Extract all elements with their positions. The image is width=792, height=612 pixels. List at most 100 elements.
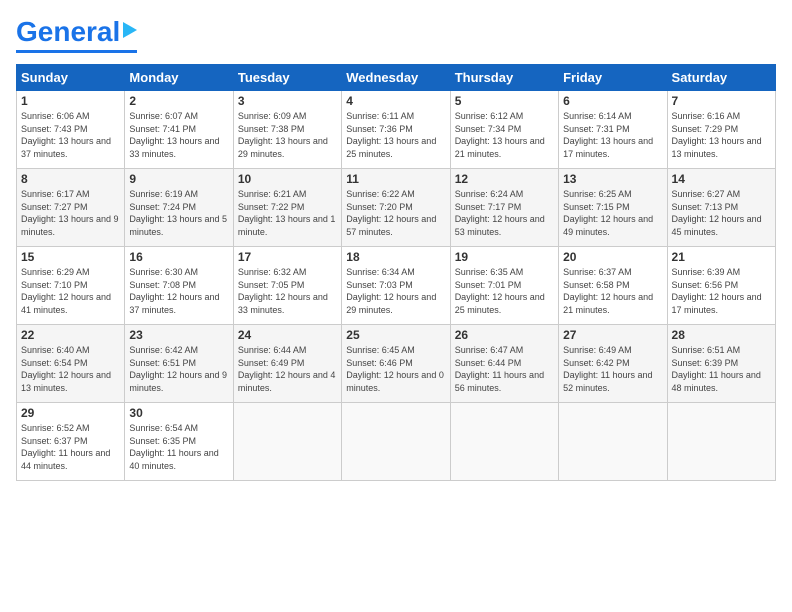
calendar-cell	[450, 403, 558, 481]
cell-details: Sunrise: 6:24 AMSunset: 7:17 PMDaylight:…	[455, 188, 554, 238]
cell-details: Sunrise: 6:34 AMSunset: 7:03 PMDaylight:…	[346, 266, 445, 316]
calendar-cell: 6 Sunrise: 6:14 AMSunset: 7:31 PMDaylight…	[559, 91, 667, 169]
day-number: 2	[129, 94, 228, 108]
calendar-cell: 27Sunrise: 6:49 AMSunset: 6:42 PMDayligh…	[559, 325, 667, 403]
cell-details: Sunrise: 6:09 AMSunset: 7:38 PMDaylight:…	[238, 110, 337, 160]
logo-line: General	[16, 16, 137, 48]
calendar-cell: 2 Sunrise: 6:07 AMSunset: 7:41 PMDaylight…	[125, 91, 233, 169]
calendar-cell: 8 Sunrise: 6:17 AMSunset: 7:27 PMDaylight…	[17, 169, 125, 247]
cell-details: Sunrise: 6:45 AMSunset: 6:46 PMDaylight:…	[346, 344, 445, 394]
calendar-week-row: 22Sunrise: 6:40 AMSunset: 6:54 PMDayligh…	[17, 325, 776, 403]
cell-details: Sunrise: 6:40 AMSunset: 6:54 PMDaylight:…	[21, 344, 120, 394]
cell-details: Sunrise: 6:22 AMSunset: 7:20 PMDaylight:…	[346, 188, 445, 238]
day-number: 14	[672, 172, 771, 186]
day-number: 5	[455, 94, 554, 108]
day-number: 29	[21, 406, 120, 420]
calendar-cell: 14 Sunrise: 6:27 AMSunset: 7:13 PMDayligh…	[667, 169, 775, 247]
calendar-cell: 4Sunrise: 6:11 AMSunset: 7:36 PMDaylight…	[342, 91, 450, 169]
calendar-cell	[233, 403, 341, 481]
calendar-week-row: 8 Sunrise: 6:17 AMSunset: 7:27 PMDaylight…	[17, 169, 776, 247]
calendar-cell: 26 Sunrise: 6:47 AMSunset: 6:44 PMDayligh…	[450, 325, 558, 403]
day-number: 17	[238, 250, 337, 264]
day-number: 15	[21, 250, 120, 264]
day-number: 18	[346, 250, 445, 264]
logo-divider	[16, 50, 137, 53]
cell-details: Sunrise: 6:17 AMSunset: 7:27 PMDaylight:…	[21, 188, 120, 238]
calendar-cell: 18 Sunrise: 6:34 AMSunset: 7:03 PMDayligh…	[342, 247, 450, 325]
day-number: 26	[455, 328, 554, 342]
calendar-cell: 30 Sunrise: 6:54 AMSunset: 6:35 PMDayligh…	[125, 403, 233, 481]
calendar-cell: 29 Sunrise: 6:52 AMSunset: 6:37 PMDayligh…	[17, 403, 125, 481]
calendar-week-row: 15 Sunrise: 6:29 AMSunset: 7:10 PMDayligh…	[17, 247, 776, 325]
logo-general: General	[16, 16, 120, 47]
day-number: 1	[21, 94, 120, 108]
header-monday: Monday	[125, 65, 233, 91]
logo: General	[16, 16, 137, 54]
header-tuesday: Tuesday	[233, 65, 341, 91]
calendar-cell	[667, 403, 775, 481]
calendar-cell	[342, 403, 450, 481]
calendar-cell: 3Sunrise: 6:09 AMSunset: 7:38 PMDaylight…	[233, 91, 341, 169]
calendar-cell: 23Sunrise: 6:42 AMSunset: 6:51 PMDayligh…	[125, 325, 233, 403]
cell-details: Sunrise: 6:49 AMSunset: 6:42 PMDaylight:…	[563, 344, 662, 394]
day-number: 8	[21, 172, 120, 186]
calendar-cell: 1 Sunrise: 6:06 AMSunset: 7:43 PMDaylight…	[17, 91, 125, 169]
cell-details: Sunrise: 6:16 AMSunset: 7:29 PMDaylight:…	[672, 110, 771, 160]
calendar-cell: 16Sunrise: 6:30 AMSunset: 7:08 PMDayligh…	[125, 247, 233, 325]
logo-arrow-icon	[123, 22, 137, 38]
calendar-week-row: 1 Sunrise: 6:06 AMSunset: 7:43 PMDaylight…	[17, 91, 776, 169]
cell-details: Sunrise: 6:37 AMSunset: 6:58 PMDaylight:…	[563, 266, 662, 316]
day-number: 25	[346, 328, 445, 342]
header-sunday: Sunday	[17, 65, 125, 91]
day-number: 24	[238, 328, 337, 342]
calendar-cell: 17 Sunrise: 6:32 AMSunset: 7:05 PMDayligh…	[233, 247, 341, 325]
calendar-cell: 15 Sunrise: 6:29 AMSunset: 7:10 PMDayligh…	[17, 247, 125, 325]
calendar-cell: 24 Sunrise: 6:44 AMSunset: 6:49 PMDayligh…	[233, 325, 341, 403]
day-number: 21	[672, 250, 771, 264]
cell-details: Sunrise: 6:44 AMSunset: 6:49 PMDaylight:…	[238, 344, 337, 394]
calendar-cell: 22Sunrise: 6:40 AMSunset: 6:54 PMDayligh…	[17, 325, 125, 403]
calendar-cell: 25 Sunrise: 6:45 AMSunset: 6:46 PMDayligh…	[342, 325, 450, 403]
header-thursday: Thursday	[450, 65, 558, 91]
calendar-cell	[559, 403, 667, 481]
cell-details: Sunrise: 6:06 AMSunset: 7:43 PMDaylight:…	[21, 110, 120, 160]
calendar-week-row: 29 Sunrise: 6:52 AMSunset: 6:37 PMDayligh…	[17, 403, 776, 481]
day-number: 30	[129, 406, 228, 420]
cell-details: Sunrise: 6:19 AMSunset: 7:24 PMDaylight:…	[129, 188, 228, 238]
day-number: 11	[346, 172, 445, 186]
calendar-cell: 28 Sunrise: 6:51 AMSunset: 6:39 PMDayligh…	[667, 325, 775, 403]
header-wednesday: Wednesday	[342, 65, 450, 91]
cell-details: Sunrise: 6:35 AMSunset: 7:01 PMDaylight:…	[455, 266, 554, 316]
cell-details: Sunrise: 6:51 AMSunset: 6:39 PMDaylight:…	[672, 344, 771, 394]
day-number: 6	[563, 94, 662, 108]
cell-details: Sunrise: 6:42 AMSunset: 6:51 PMDaylight:…	[129, 344, 228, 394]
calendar-table: Sunday Monday Tuesday Wednesday Thursday…	[16, 64, 776, 481]
cell-details: Sunrise: 6:39 AMSunset: 6:56 PMDaylight:…	[672, 266, 771, 316]
cell-details: Sunrise: 6:14 AMSunset: 7:31 PMDaylight:…	[563, 110, 662, 160]
calendar-cell: 11 Sunrise: 6:22 AMSunset: 7:20 PMDayligh…	[342, 169, 450, 247]
cell-details: Sunrise: 6:52 AMSunset: 6:37 PMDaylight:…	[21, 422, 120, 472]
day-number: 28	[672, 328, 771, 342]
cell-details: Sunrise: 6:29 AMSunset: 7:10 PMDaylight:…	[21, 266, 120, 316]
day-number: 4	[346, 94, 445, 108]
cell-details: Sunrise: 6:12 AMSunset: 7:34 PMDaylight:…	[455, 110, 554, 160]
calendar-cell: 5 Sunrise: 6:12 AMSunset: 7:34 PMDaylight…	[450, 91, 558, 169]
day-number: 9	[129, 172, 228, 186]
day-number: 7	[672, 94, 771, 108]
day-number: 16	[129, 250, 228, 264]
calendar-cell: 19 Sunrise: 6:35 AMSunset: 7:01 PMDayligh…	[450, 247, 558, 325]
calendar-cell: 7 Sunrise: 6:16 AMSunset: 7:29 PMDaylight…	[667, 91, 775, 169]
cell-details: Sunrise: 6:54 AMSunset: 6:35 PMDaylight:…	[129, 422, 228, 472]
day-number: 19	[455, 250, 554, 264]
cell-details: Sunrise: 6:25 AMSunset: 7:15 PMDaylight:…	[563, 188, 662, 238]
cell-details: Sunrise: 6:21 AMSunset: 7:22 PMDaylight:…	[238, 188, 337, 238]
cell-details: Sunrise: 6:32 AMSunset: 7:05 PMDaylight:…	[238, 266, 337, 316]
calendar-cell: 20 Sunrise: 6:37 AMSunset: 6:58 PMDayligh…	[559, 247, 667, 325]
day-number: 20	[563, 250, 662, 264]
day-number: 10	[238, 172, 337, 186]
calendar-header-row: Sunday Monday Tuesday Wednesday Thursday…	[17, 65, 776, 91]
day-number: 12	[455, 172, 554, 186]
cell-details: Sunrise: 6:47 AMSunset: 6:44 PMDaylight:…	[455, 344, 554, 394]
cell-details: Sunrise: 6:27 AMSunset: 7:13 PMDaylight:…	[672, 188, 771, 238]
cell-details: Sunrise: 6:07 AMSunset: 7:41 PMDaylight:…	[129, 110, 228, 160]
